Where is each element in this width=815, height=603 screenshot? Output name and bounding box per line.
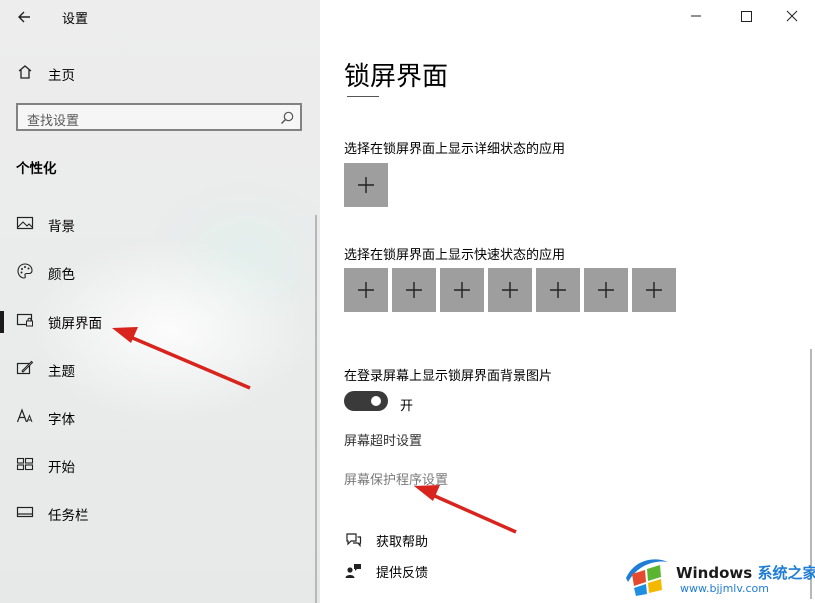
sidebar-item-background[interactable]: 背景 (0, 204, 320, 244)
search-input[interactable]: 查找设置 (16, 103, 302, 131)
help-chat-icon (346, 533, 362, 548)
sidebar-scrollbar[interactable] (315, 215, 317, 603)
close-icon (786, 10, 798, 22)
sidebar-item-label: 开始 (48, 460, 75, 476)
feedback-link[interactable]: 提供反馈 (344, 560, 544, 582)
detailed-status-label: 选择在锁屏界面上显示详细状态的应用 (344, 142, 566, 157)
sidebar-item-label: 颜色 (48, 267, 75, 283)
get-help-link[interactable]: 获取帮助 (344, 529, 544, 551)
palette-icon (17, 263, 33, 279)
watermark-brand: Windows 系统之家 (676, 562, 815, 583)
picture-icon (16, 216, 34, 230)
search-placeholder: 查找设置 (27, 114, 80, 129)
sidebar-item-label: 锁屏界面 (48, 316, 102, 332)
font-icon (16, 408, 33, 423)
sidebar-item-start[interactable]: 开始 (0, 445, 320, 485)
screen-timeout-link[interactable]: 屏幕超时设置 (344, 430, 422, 449)
quick-status-app-button[interactable] (440, 268, 484, 312)
sidebar-item-lock-screen[interactable]: 锁屏界面 (0, 301, 320, 341)
feedback-person-icon (345, 564, 361, 578)
sidebar-item-label: 主题 (48, 364, 75, 380)
minimize-icon (691, 15, 701, 17)
watermark-url: www.bjjmlv.com (680, 582, 769, 595)
page-title: 锁屏界面 (344, 62, 449, 92)
windows-logo-icon (626, 559, 668, 596)
back-arrow-icon (18, 11, 30, 23)
quick-status-app-button[interactable] (344, 268, 388, 312)
sidebar-item-home[interactable]: 主页 (0, 53, 320, 93)
app-title: 设置 (62, 12, 89, 27)
taskbar-icon (16, 506, 34, 518)
sidebar-item-themes[interactable]: 主题 (0, 349, 320, 389)
sidebar-item-label: 字体 (48, 412, 75, 428)
signin-background-label: 在登录屏幕上显示锁屏界面背景图片 (344, 369, 553, 384)
maximize-icon (741, 11, 752, 22)
minimize-button[interactable] (682, 4, 710, 28)
quick-status-app-button[interactable] (392, 268, 436, 312)
quick-status-label: 选择在锁屏界面上显示快速状态的应用 (344, 248, 566, 263)
watermark-brand-windows: Windows (676, 564, 753, 582)
feedback-label: 提供反馈 (376, 566, 429, 581)
sidebar-item-label: 主页 (48, 68, 75, 84)
quick-status-app-button[interactable] (536, 268, 580, 312)
sidebar: 设置 主页 查找设置 个性化 背景 颜色 锁屏界面 主题 字体 开始 任务栏 (0, 0, 320, 603)
toggle-knob (371, 396, 381, 406)
quick-status-app-button[interactable] (488, 268, 532, 312)
title-underline (347, 96, 379, 97)
quick-status-app-button[interactable] (632, 268, 676, 312)
plus-icon (406, 282, 422, 298)
sidebar-item-fonts[interactable]: 字体 (0, 397, 320, 437)
get-help-label: 获取帮助 (376, 535, 429, 550)
plus-icon (358, 177, 374, 193)
screen-saver-link[interactable]: 屏幕保护程序设置 (344, 469, 448, 488)
detailed-status-app-button[interactable] (344, 163, 388, 207)
quick-status-app-button[interactable] (584, 268, 628, 312)
maximize-button[interactable] (732, 4, 760, 28)
signin-background-toggle[interactable] (344, 391, 388, 411)
plus-icon (502, 282, 518, 298)
sidebar-item-label: 任务栏 (48, 508, 89, 524)
plus-icon (646, 282, 662, 298)
lock-screen-icon (16, 313, 33, 327)
search-icon (281, 111, 294, 124)
main-pane: 锁屏界面 选择在锁屏界面上显示详细状态的应用 选择在锁屏界面上显示快速状态的应用… (320, 0, 815, 603)
home-icon (18, 65, 32, 79)
plus-icon (550, 282, 566, 298)
back-button[interactable] (12, 4, 38, 30)
watermark: Windows 系统之家 www.bjjmlv.com (624, 548, 815, 600)
sidebar-item-label: 背景 (48, 219, 75, 235)
sidebar-item-colors[interactable]: 颜色 (0, 252, 320, 292)
theme-brush-icon (16, 360, 34, 375)
close-button[interactable] (778, 4, 806, 28)
start-grid-icon (16, 457, 34, 471)
plus-icon (454, 282, 470, 298)
plus-icon (358, 282, 374, 298)
toggle-state-label: 开 (400, 399, 414, 414)
section-title: 个性化 (16, 161, 57, 177)
plus-icon (598, 282, 614, 298)
watermark-brand-suffix: 系统之家 (757, 564, 815, 582)
sidebar-item-taskbar[interactable]: 任务栏 (0, 493, 320, 533)
